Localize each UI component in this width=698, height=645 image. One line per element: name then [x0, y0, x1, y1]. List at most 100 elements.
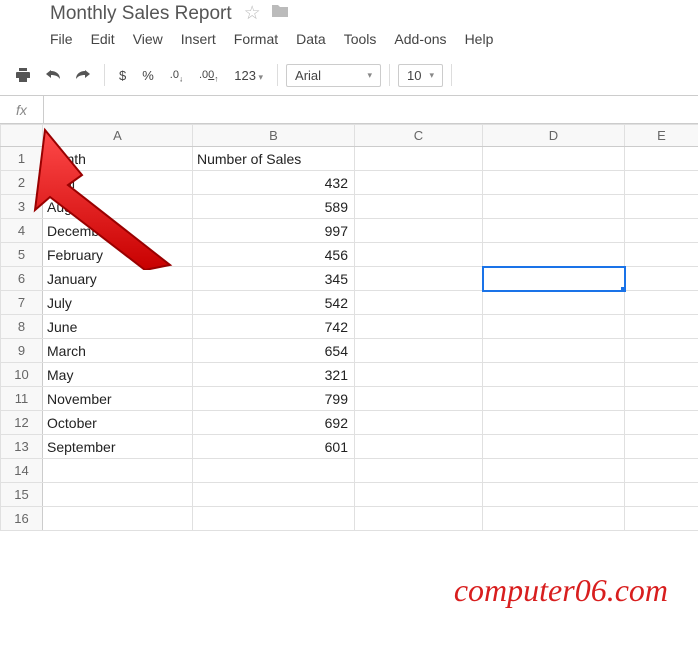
- formula-input[interactable]: [44, 96, 698, 123]
- menu-help[interactable]: Help: [465, 31, 494, 47]
- star-icon[interactable]: ☆: [244, 2, 261, 25]
- cell[interactable]: 345: [193, 267, 355, 291]
- cell[interactable]: 542: [193, 291, 355, 315]
- cell[interactable]: [43, 459, 193, 483]
- cell-b1[interactable]: Number of Sales: [193, 147, 355, 171]
- format-as-currency-button[interactable]: $: [113, 68, 132, 83]
- cell[interactable]: [483, 459, 625, 483]
- cell[interactable]: [355, 243, 483, 267]
- column-header-a[interactable]: A: [43, 125, 193, 147]
- cell[interactable]: [355, 267, 483, 291]
- cell[interactable]: [483, 171, 625, 195]
- redo-icon[interactable]: [70, 63, 96, 87]
- cell[interactable]: [483, 363, 625, 387]
- cell[interactable]: [625, 171, 698, 195]
- cell[interactable]: [483, 411, 625, 435]
- cell[interactable]: [625, 459, 698, 483]
- cell[interactable]: [355, 483, 483, 507]
- cell[interactable]: [625, 243, 698, 267]
- cell[interactable]: September: [43, 435, 193, 459]
- cell[interactable]: [625, 219, 698, 243]
- cell[interactable]: [625, 363, 698, 387]
- cell[interactable]: [355, 363, 483, 387]
- cell[interactable]: [483, 243, 625, 267]
- cell[interactable]: [625, 267, 698, 291]
- cell[interactable]: [625, 339, 698, 363]
- cell[interactable]: 321: [193, 363, 355, 387]
- font-size-dropdown[interactable]: 10▾: [398, 64, 443, 87]
- cell[interactable]: [483, 483, 625, 507]
- cell[interactable]: [483, 387, 625, 411]
- cell[interactable]: 589: [193, 195, 355, 219]
- cell[interactable]: [43, 483, 193, 507]
- cell[interactable]: [355, 291, 483, 315]
- cell[interactable]: 742: [193, 315, 355, 339]
- cell[interactable]: December: [43, 219, 193, 243]
- row-header[interactable]: 9: [1, 339, 43, 363]
- cell[interactable]: January: [43, 267, 193, 291]
- cell[interactable]: [355, 195, 483, 219]
- doc-title[interactable]: Monthly Sales Report: [50, 3, 232, 25]
- increase-decimal-button[interactable]: .00↑: [193, 66, 224, 84]
- cell[interactable]: [355, 315, 483, 339]
- cell[interactable]: August: [43, 195, 193, 219]
- cell[interactable]: April: [43, 171, 193, 195]
- row-header[interactable]: 2: [1, 171, 43, 195]
- undo-icon[interactable]: [40, 63, 66, 87]
- folder-icon[interactable]: [271, 2, 289, 25]
- cell[interactable]: [193, 459, 355, 483]
- row-header[interactable]: 10: [1, 363, 43, 387]
- cell[interactable]: [355, 507, 483, 531]
- cell[interactable]: [355, 147, 483, 171]
- column-header-d[interactable]: D: [483, 125, 625, 147]
- cell[interactable]: [625, 435, 698, 459]
- cell[interactable]: [625, 411, 698, 435]
- cell-a1[interactable]: Month: [43, 147, 193, 171]
- cell[interactable]: [355, 411, 483, 435]
- column-header-e[interactable]: E: [625, 125, 698, 147]
- cell[interactable]: [483, 435, 625, 459]
- cell[interactable]: [483, 147, 625, 171]
- row-header[interactable]: 14: [1, 459, 43, 483]
- cell[interactable]: [483, 339, 625, 363]
- cell[interactable]: [625, 291, 698, 315]
- cell[interactable]: [355, 219, 483, 243]
- row-header[interactable]: 6: [1, 267, 43, 291]
- cell[interactable]: June: [43, 315, 193, 339]
- cell[interactable]: March: [43, 339, 193, 363]
- cell[interactable]: [355, 171, 483, 195]
- cell[interactable]: [355, 459, 483, 483]
- cell[interactable]: [355, 435, 483, 459]
- cell[interactable]: February: [43, 243, 193, 267]
- cell[interactable]: 692: [193, 411, 355, 435]
- print-icon[interactable]: [10, 63, 36, 87]
- row-header[interactable]: 3: [1, 195, 43, 219]
- cell[interactable]: [625, 195, 698, 219]
- menu-view[interactable]: View: [133, 31, 163, 47]
- menu-tools[interactable]: Tools: [344, 31, 377, 47]
- column-header-b[interactable]: B: [193, 125, 355, 147]
- cell[interactable]: 799: [193, 387, 355, 411]
- more-formats-button[interactable]: 123 ▾: [228, 68, 269, 83]
- select-all-corner[interactable]: [1, 125, 43, 147]
- row-header[interactable]: 5: [1, 243, 43, 267]
- selected-cell[interactable]: [483, 267, 625, 291]
- column-header-c[interactable]: C: [355, 125, 483, 147]
- row-header[interactable]: 12: [1, 411, 43, 435]
- menu-file[interactable]: File: [50, 31, 73, 47]
- cell[interactable]: [193, 483, 355, 507]
- menu-addons[interactable]: Add-ons: [394, 31, 446, 47]
- row-header[interactable]: 7: [1, 291, 43, 315]
- row-header[interactable]: 11: [1, 387, 43, 411]
- row-header[interactable]: 16: [1, 507, 43, 531]
- cell[interactable]: July: [43, 291, 193, 315]
- menu-format[interactable]: Format: [234, 31, 278, 47]
- cell[interactable]: 456: [193, 243, 355, 267]
- cell[interactable]: [625, 315, 698, 339]
- row-header[interactable]: 8: [1, 315, 43, 339]
- row-header[interactable]: 1: [1, 147, 43, 171]
- row-header[interactable]: 15: [1, 483, 43, 507]
- cell[interactable]: [193, 507, 355, 531]
- menu-edit[interactable]: Edit: [91, 31, 115, 47]
- cell[interactable]: [625, 387, 698, 411]
